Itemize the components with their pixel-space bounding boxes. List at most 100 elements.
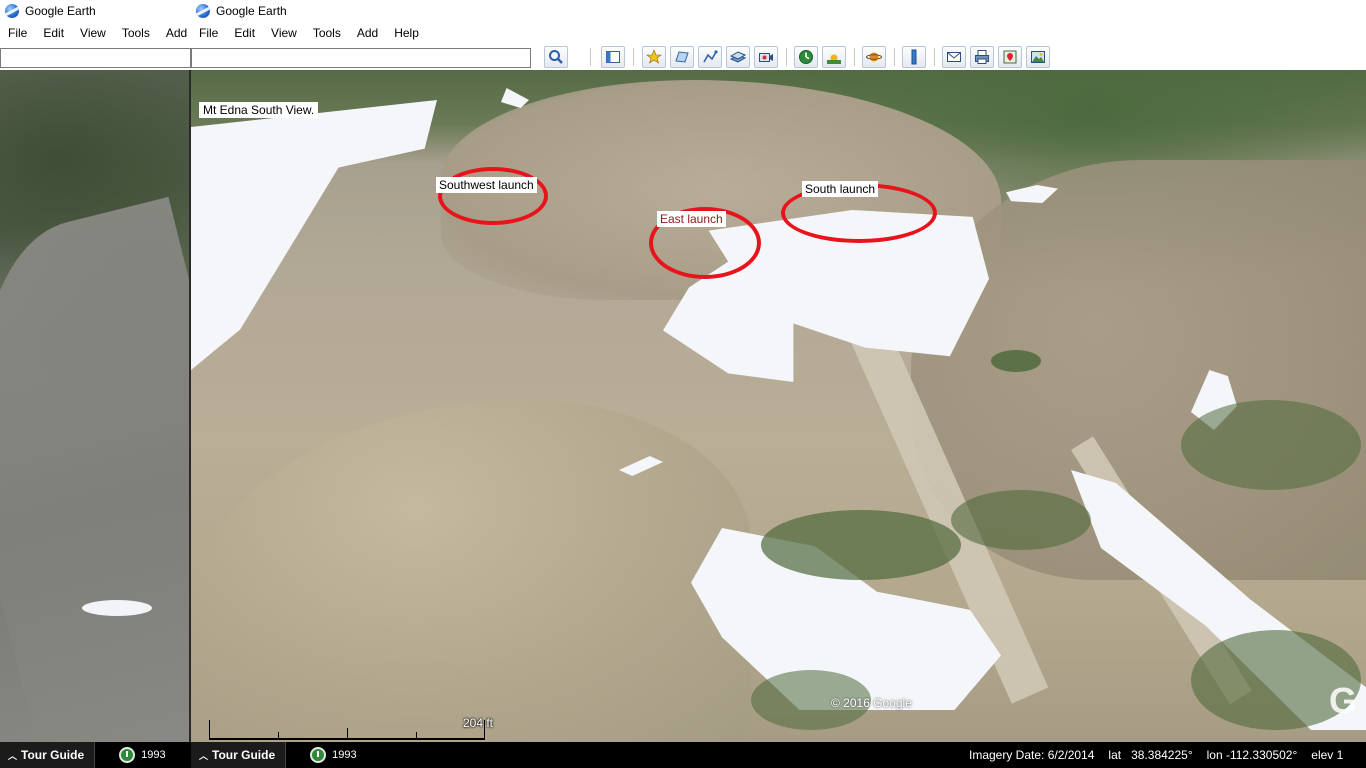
historical-imagery-icon — [310, 747, 327, 763]
path-icon — [703, 50, 718, 63]
view-in-maps-button[interactable] — [998, 46, 1022, 68]
search-button[interactable] — [544, 46, 568, 68]
terrain-ridge — [0, 196, 191, 742]
vegetation — [991, 350, 1041, 372]
scale-tick — [416, 732, 417, 740]
elevation-readout: elev 1 — [1311, 748, 1344, 762]
title-bar-left: Google Earth — [0, 0, 191, 22]
tour-guide-label: Tour Guide — [21, 748, 85, 762]
planets-icon — [866, 52, 882, 62]
scale-legend: 204 ft — [209, 716, 493, 742]
toolbar — [0, 44, 1366, 70]
historical-imagery-icon — [799, 50, 813, 64]
chevron-up-icon: ︿ — [8, 750, 18, 761]
google-watermark: G — [1329, 680, 1358, 721]
save-image-button[interactable] — [1026, 46, 1050, 68]
scale-tick — [347, 728, 348, 740]
search-input-left[interactable] — [0, 48, 191, 68]
email-button[interactable] — [942, 46, 966, 68]
add-polygon-button[interactable] — [670, 46, 694, 68]
snow-patch — [82, 600, 152, 616]
search-input[interactable] — [191, 48, 531, 68]
toolbar-separator — [786, 48, 787, 66]
imagery-date: Imagery Date: 6/2/2014 — [969, 748, 1095, 762]
year-label: 1993 — [141, 749, 166, 761]
status-bar: ︿ Tour Guide 1993 Imagery Date: 6/2/2014… — [191, 742, 1366, 768]
placemark-icon — [646, 49, 662, 64]
tour-guide-label: Tour Guide — [212, 748, 276, 762]
save-image-icon — [1031, 51, 1045, 63]
status-bar-left: ︿ Tour Guide 1993 — [0, 742, 191, 768]
tour-guide-button[interactable]: ︿ Tour Guide — [191, 742, 287, 768]
secondary-3d-view[interactable] — [0, 70, 191, 742]
latitude-readout: lat 38.384225° — [1108, 748, 1193, 762]
south-launch-label[interactable]: South launch — [802, 181, 879, 197]
menu-add[interactable]: Add — [158, 26, 195, 40]
menu-view[interactable]: View — [72, 26, 114, 40]
google-earth-icon — [196, 4, 210, 18]
polygon-icon — [675, 51, 689, 63]
search-icon — [549, 50, 563, 64]
menu-tools[interactable]: Tools — [305, 26, 349, 40]
add-path-button[interactable] — [698, 46, 722, 68]
menu-bar: File Edit View Tools Add Help — [191, 22, 1366, 44]
title-bar: Google Earth — [191, 0, 1366, 22]
ruler-icon — [911, 49, 917, 65]
scale-tick — [278, 732, 279, 740]
vegetation — [1181, 400, 1361, 490]
toolbar-separator — [894, 48, 895, 66]
menu-help[interactable]: Help — [386, 26, 427, 40]
tour-icon — [759, 53, 773, 62]
print-icon — [975, 50, 989, 64]
record-tour-button[interactable] — [754, 46, 778, 68]
add-image-overlay-button[interactable] — [726, 46, 750, 68]
toolbar-separator — [633, 48, 634, 66]
toolbar-separator — [934, 48, 935, 66]
historical-imagery-icon — [119, 747, 136, 763]
sunlight-icon — [827, 54, 841, 64]
menu-file[interactable]: File — [191, 26, 226, 40]
sunlight-button[interactable] — [822, 46, 846, 68]
overlay-icon — [730, 51, 746, 63]
scale-label: 204 ft — [462, 716, 493, 730]
switch-planet-button[interactable] — [862, 46, 886, 68]
snow-field — [191, 100, 437, 370]
vegetation — [951, 490, 1091, 550]
foreground-ridge-terrain — [191, 400, 751, 742]
copyright-text: © 2016 Google — [831, 696, 912, 710]
add-placemark-button[interactable] — [642, 46, 666, 68]
main-3d-view[interactable]: Mt Edna South View. Southwest launch Eas… — [191, 70, 1366, 742]
menu-add[interactable]: Add — [349, 26, 386, 40]
menu-view[interactable]: View — [263, 26, 305, 40]
east-launch-label[interactable]: East launch — [657, 211, 726, 227]
chevron-up-icon: ︿ — [199, 750, 209, 761]
sidebar-icon — [606, 51, 620, 63]
menu-bar-left: File Edit View Tools Add — [0, 22, 191, 44]
ruler-button[interactable] — [902, 46, 926, 68]
menu-file[interactable]: File — [0, 26, 35, 40]
sidebar-toggle-button[interactable] — [601, 46, 625, 68]
historical-imagery-year[interactable]: 1993 — [310, 747, 357, 763]
print-button[interactable] — [970, 46, 994, 68]
tour-guide-button[interactable]: ︿ Tour Guide — [0, 742, 96, 768]
historical-imagery-year[interactable]: 1993 — [119, 747, 166, 763]
southwest-launch-label[interactable]: Southwest launch — [436, 177, 537, 193]
email-icon — [947, 52, 961, 62]
vegetation — [761, 510, 961, 580]
maps-icon — [1003, 50, 1017, 64]
toolbar-separator — [590, 48, 591, 66]
position-readout: Imagery Date: 6/2/2014 lat 38.384225° lo… — [969, 742, 1357, 768]
historical-imagery-button[interactable] — [794, 46, 818, 68]
scale-tick — [209, 720, 210, 740]
app-title: Google Earth — [216, 4, 287, 18]
longitude-readout: lon -112.330502° — [1206, 748, 1298, 762]
menu-edit[interactable]: Edit — [226, 26, 263, 40]
toolbar-separator — [854, 48, 855, 66]
app-title: Google Earth — [25, 4, 96, 18]
menu-edit[interactable]: Edit — [35, 26, 72, 40]
year-label: 1993 — [332, 749, 357, 761]
southwest-launch-circle — [438, 167, 548, 225]
google-earth-icon — [5, 4, 19, 18]
menu-tools[interactable]: Tools — [114, 26, 158, 40]
view-title-label: Mt Edna South View. — [199, 102, 319, 118]
